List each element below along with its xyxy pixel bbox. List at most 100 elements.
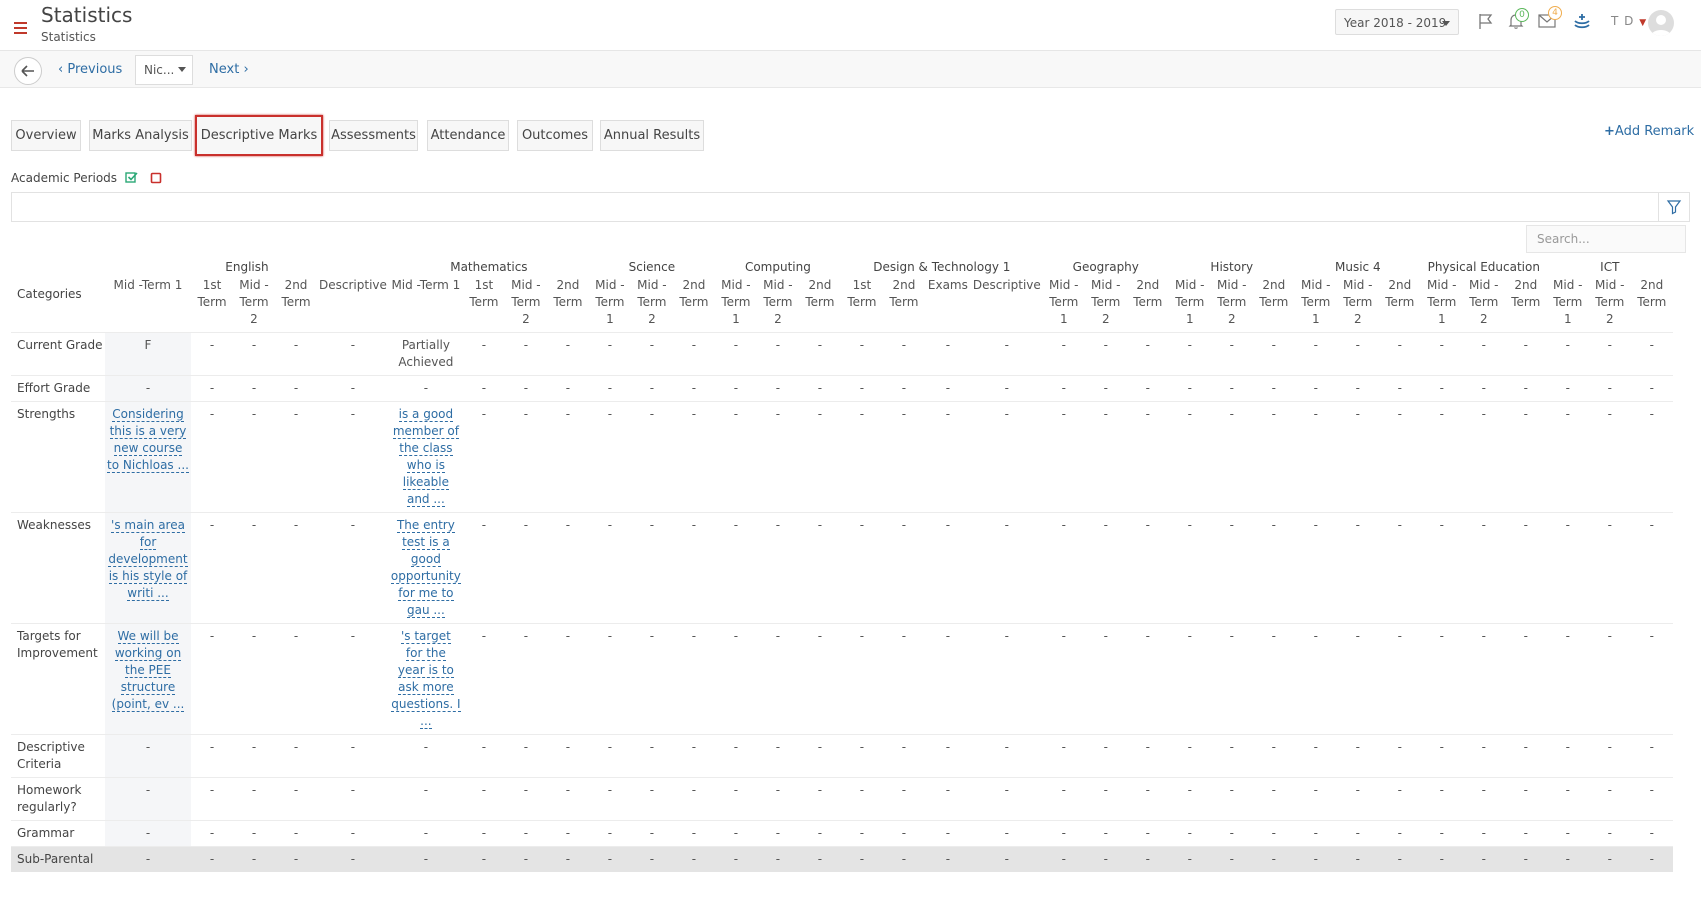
remark-link[interactable]: Considering this is a very new course to… [107,407,189,473]
mark-cell: - [1378,846,1421,872]
mark-cell: - [672,734,715,778]
avatar[interactable] [1648,10,1674,36]
period-header: Mid - Term 2 [511,278,541,326]
tab-assessments[interactable]: Assessments [329,120,418,151]
mark-cell: - [275,820,317,847]
notifications-badge: 0 [1515,8,1529,22]
remark-link[interactable]: 's main area for development is his styl… [108,518,188,601]
mark-cell: - [588,512,631,624]
mark-cell: - [1630,401,1673,513]
mark-cell: - [882,846,925,872]
mark-cell: - [672,375,715,402]
tab-overview[interactable]: Overview [11,120,81,151]
mark-cell: - [191,332,233,376]
period-header: Mid - Term 1 [721,278,751,326]
mark-cell: - [1042,512,1085,624]
mark-cell: - [756,512,799,624]
mark-cell: - [714,734,757,778]
mark-cell: - [1420,734,1463,778]
layers-icon[interactable] [1573,12,1591,30]
year-select[interactable]: Year 2018 - 2019 [1335,9,1459,35]
filter-bar[interactable] [11,192,1690,222]
table-row: Targets for Improvement We will be workin… [11,623,1673,735]
mark-cell: - [105,734,191,778]
mark-cell[interactable]: We will be working on the PEE structure … [105,623,191,735]
mark-cell: - [1588,846,1631,872]
mark-cell: - [882,401,925,513]
mark-cell: - [1294,777,1337,821]
mark-cell: - [275,375,317,402]
tab-attendance[interactable]: Attendance [427,120,509,151]
user-initials[interactable]: T D ▼ [1611,14,1647,28]
uncheck-all-icon[interactable] [150,172,162,184]
tab-outcomes[interactable]: Outcomes [517,120,593,151]
previous-link[interactable]: ‹ Previous [58,62,122,77]
period-header: Descriptive [972,278,1041,292]
mark-cell: - [1504,512,1547,624]
remark-link[interactable]: 's target for the year is to ask more qu… [391,629,461,729]
filter-button[interactable] [1658,193,1689,221]
category-label: Effort Grade [11,375,105,402]
mark-cell: - [233,846,275,872]
add-remark-button[interactable]: +Add Remark [1604,124,1694,139]
chevron-down-icon [178,67,186,72]
mark-cell: - [191,820,233,847]
mark-cell: - [970,734,1043,778]
year-select-value: Year 2018 - 2019 [1344,16,1447,30]
next-label: Next [209,62,240,77]
remark-link[interactable]: The entry test is a good opportunity for… [390,518,461,618]
mark-cell: - [1042,820,1085,847]
subject-header: Physical Education [1427,260,1540,274]
mark-cell[interactable]: Considering this is a very new course to… [105,401,191,513]
menu-icon[interactable] [14,22,27,34]
student-select[interactable]: Nic... [135,55,193,85]
mark-cell: - [1294,820,1337,847]
period-header: 2nd Term [553,278,583,309]
remark-link[interactable]: We will be working on the PEE structure … [111,629,185,712]
period-header: Mid - Term 1 [595,278,625,326]
mark-cell: - [462,820,505,847]
mark-cell: - [1252,332,1295,376]
mark-cell: - [1336,734,1379,778]
mark-cell: - [105,820,191,847]
mark-cell: - [672,332,715,376]
mark-cell: - [924,332,971,376]
mark-cell: - [317,820,389,847]
mark-cell: - [672,401,715,513]
tab-annual-results[interactable]: Annual Results [600,120,704,151]
mark-cell: - [798,820,841,847]
mark-cell: - [1042,734,1085,778]
mark-cell: - [756,820,799,847]
mark-cell[interactable]: is a good member of the class who is lik… [388,401,463,513]
academic-periods-text: Academic Periods [11,171,118,185]
check-all-icon[interactable] [125,171,138,184]
mark-cell: - [546,375,589,402]
tab-marks-analysis[interactable]: Marks Analysis [89,120,192,151]
mark-cell: - [1504,734,1547,778]
student-select-value: Nic... [144,63,175,77]
search-input[interactable]: Search... [1526,225,1686,253]
mark-cell[interactable]: The entry test is a good opportunity for… [388,512,463,624]
flag-icon[interactable] [1477,12,1495,30]
mark-cell: - [1126,401,1169,513]
remark-link[interactable]: is a good member of the class who is lik… [392,407,459,507]
mark-cell: - [317,401,389,513]
mark-cell[interactable]: 's main area for development is his styl… [105,512,191,624]
mark-cell: - [504,332,547,376]
mark-cell: - [1588,734,1631,778]
back-button[interactable] [14,57,42,85]
mark-cell: - [388,734,463,778]
period-header: Mid - Term 2 [1595,278,1625,326]
mark-cell: - [1210,777,1253,821]
mark-cell: - [1630,623,1673,735]
category-label: Strengths [11,401,105,513]
mark-cell: - [233,734,275,778]
mark-cell: - [191,375,233,402]
mark-cell: - [1336,332,1379,376]
mark-cell[interactable]: 's target for the year is to ask more qu… [388,623,463,735]
mark-cell: - [1294,734,1337,778]
mark-cell: - [1210,512,1253,624]
mark-cell: - [1252,846,1295,872]
tab-descriptive-marks[interactable]: Descriptive Marks [195,115,323,156]
next-link[interactable]: Next › [209,62,249,77]
